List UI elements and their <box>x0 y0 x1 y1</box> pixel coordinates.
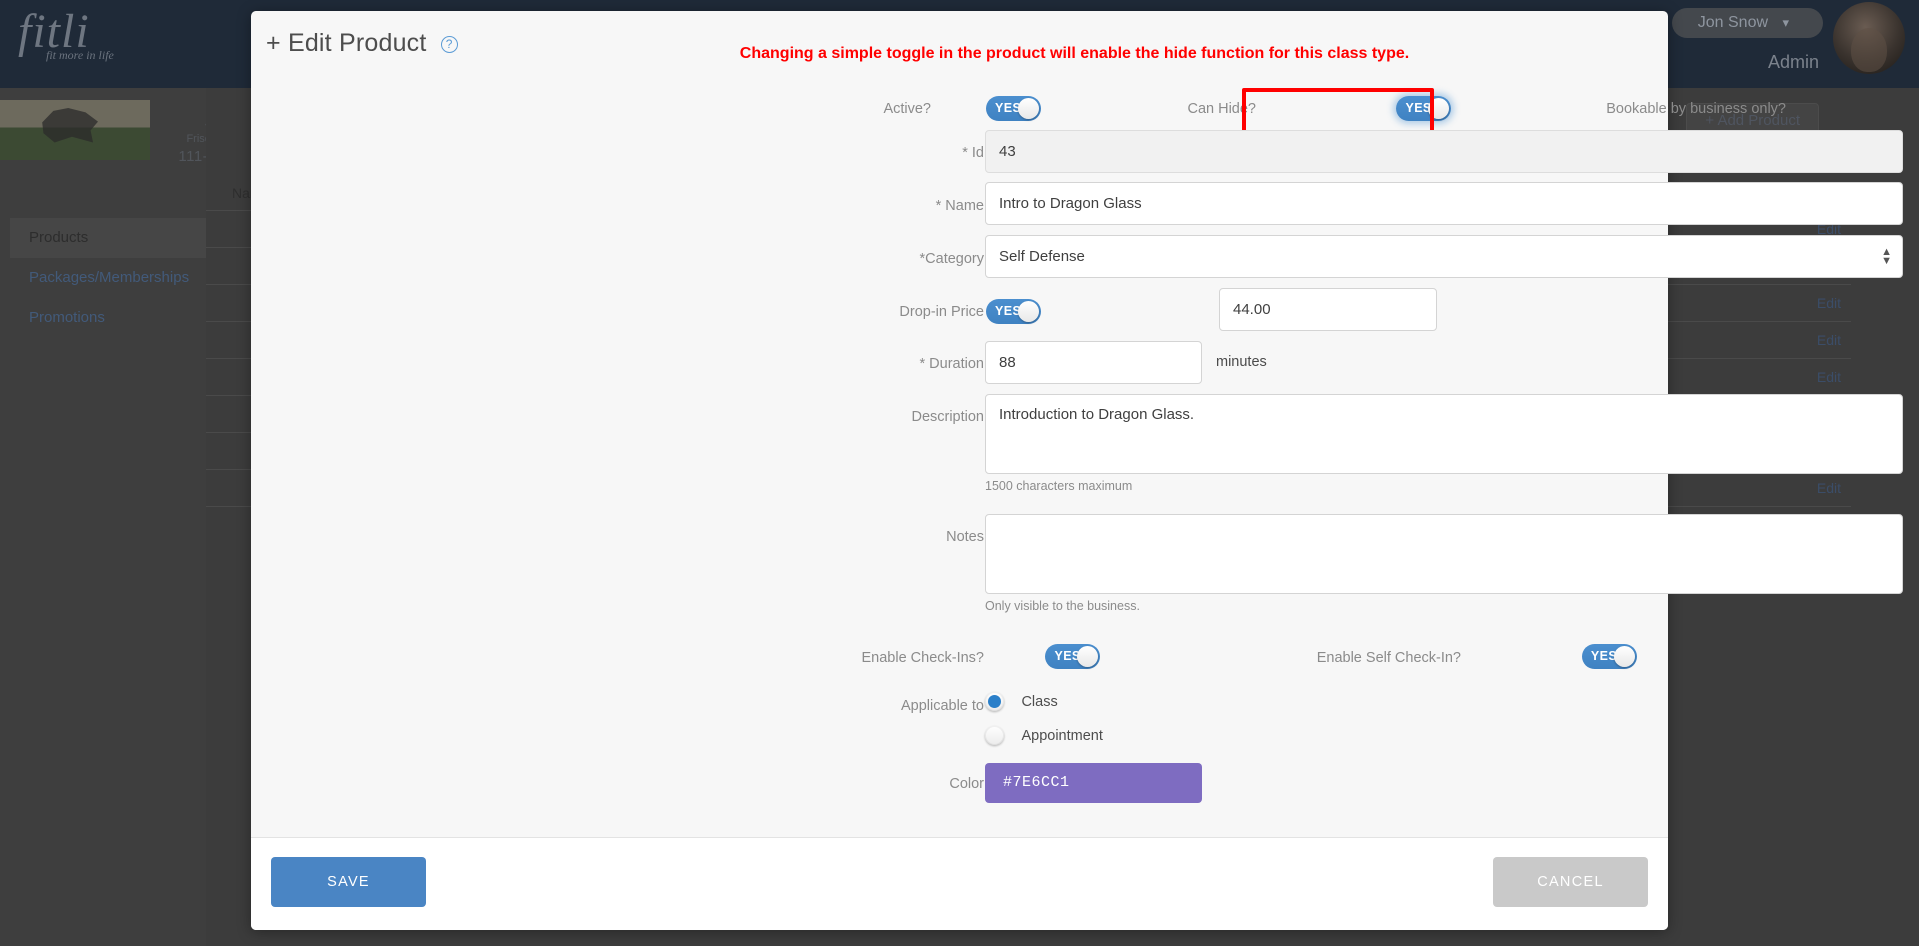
name-input[interactable] <box>985 182 1903 225</box>
drop-in-price-input[interactable] <box>1219 288 1437 331</box>
sidebar-item-products[interactable]: Products <box>10 218 206 258</box>
save-button[interactable]: SAVE <box>271 857 426 907</box>
enable-self-check-in-label: Enable Self Check-In? <box>1316 650 1461 666</box>
brand-tagline: fit more in life <box>46 48 114 62</box>
notes-helper-text: Only visible to the business. <box>985 599 1140 613</box>
drop-in-price-label: Drop-in Price <box>899 304 984 320</box>
id-input[interactable] <box>985 130 1903 173</box>
drop-in-price-toggle[interactable]: YES <box>986 299 1041 324</box>
modal-footer: SAVE CANCEL <box>251 837 1668 930</box>
enable-self-check-in-toggle[interactable]: YES <box>1581 644 1637 669</box>
toggle-knob <box>1018 98 1039 119</box>
user-role: Admin <box>1767 52 1819 72</box>
notes-textarea[interactable] <box>985 514 1903 594</box>
active-label: Active? <box>883 101 931 117</box>
active-toggle[interactable]: YES <box>986 96 1041 121</box>
applicable-to-label: Applicable to <box>900 698 984 714</box>
enable-check-ins-label: Enable Check-Ins? <box>861 650 984 666</box>
edit-link[interactable]: Edit <box>1741 284 1851 322</box>
toggle-knob <box>1077 646 1099 667</box>
toggle-knob <box>1613 646 1635 667</box>
user-name: Jon Snow <box>1697 14 1769 31</box>
toggles-row: Active? YES Can Hide? YES Bookable by bu… <box>251 11 1786 121</box>
id-label: * Id <box>962 145 984 161</box>
duration-input[interactable] <box>985 341 1202 384</box>
can-hide-label: Can Hide? <box>1187 101 1256 117</box>
bookable-by-business-only-label: Bookable by business only? <box>1606 101 1786 117</box>
description-label: Description <box>911 409 984 425</box>
cancel-button[interactable]: CANCEL <box>1493 857 1648 907</box>
radio-appointment-icon <box>985 726 1004 745</box>
sidebar-item-promotions[interactable]: Promotions <box>10 298 206 338</box>
color-swatch[interactable]: #7E6CC1 <box>985 763 1202 803</box>
applicable-to-option-class[interactable]: Class <box>985 692 1058 711</box>
brand-logo: fitli fit more in life <box>18 6 114 63</box>
edit-product-modal: + Edit Product ? Changing a simple toggl… <box>251 11 1903 930</box>
category-label: *Category <box>919 251 984 267</box>
radio-appointment-label: Appointment <box>1021 727 1103 744</box>
chevron-down-icon: ▾ <box>1782 15 1789 30</box>
category-select-wrap: Self Defense ▲ ▼ <box>985 235 1903 278</box>
user-menu[interactable]: Jon Snow ▾ <box>1671 8 1823 38</box>
toggle-knob <box>1018 301 1039 322</box>
duration-unit-label: minutes <box>1216 354 1267 370</box>
edit-link[interactable]: Edit <box>1741 469 1851 507</box>
avatar <box>1833 2 1905 74</box>
duration-label: * Duration <box>919 356 984 372</box>
radio-class-label: Class <box>1021 693 1058 710</box>
enable-check-ins-toggle[interactable]: YES <box>1045 644 1101 669</box>
applicable-to-option-appointment[interactable]: Appointment <box>985 726 1103 745</box>
description-helper-text: 1500 characters maximum <box>985 479 1133 493</box>
sidebar-item-label: Packages/Memberships <box>29 269 190 286</box>
edit-link[interactable]: Edit <box>1741 321 1851 359</box>
business-banner-image <box>0 100 150 160</box>
left-navigation: House Stark 4645 Main St Frisco, TX 7503… <box>0 88 270 946</box>
name-label: * Name <box>935 198 984 214</box>
edit-link[interactable]: Edit <box>1741 358 1851 396</box>
warning-message: Changing a simple toggle in the product … <box>739 45 1410 62</box>
modal-body: + Edit Product ? Changing a simple toggl… <box>251 11 1903 837</box>
color-label: Color <box>949 776 984 792</box>
radio-class-icon <box>985 692 1004 711</box>
sidebar-item-label: Promotions <box>29 309 105 326</box>
description-textarea[interactable]: Introduction to Dragon Glass. <box>985 394 1903 474</box>
direwolf-sigil-icon <box>42 108 98 143</box>
sidebar-item-label: Products <box>29 229 89 246</box>
sidebar-item-packages-memberships[interactable]: Packages/Memberships <box>10 258 206 298</box>
notes-label: Notes <box>946 529 984 545</box>
category-select[interactable]: Self Defense <box>985 235 1903 278</box>
